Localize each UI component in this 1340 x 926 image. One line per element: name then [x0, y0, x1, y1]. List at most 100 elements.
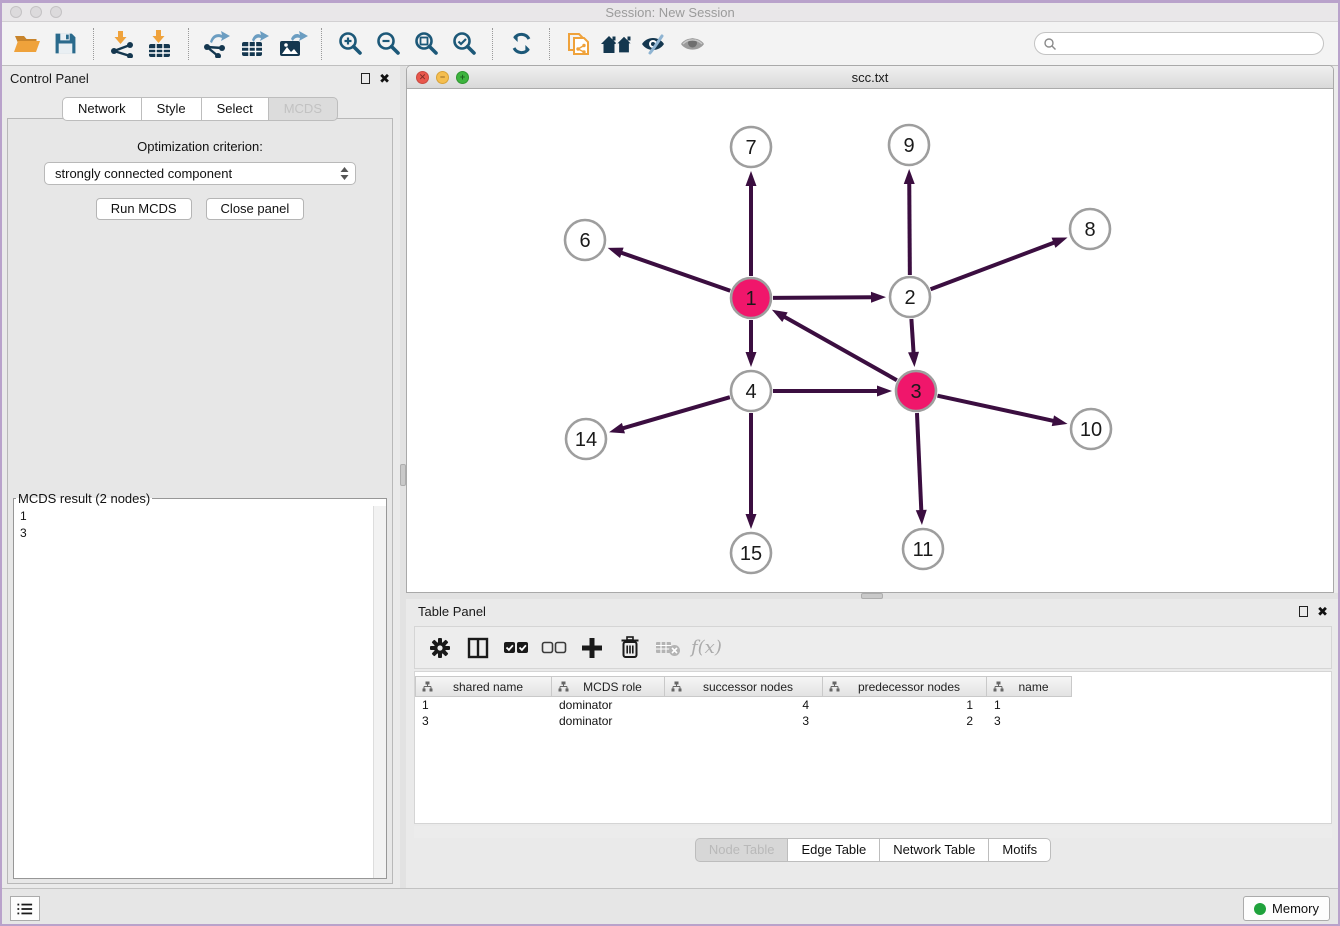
graph-arrowhead-4-15 — [746, 514, 757, 529]
export-network-button[interactable] — [198, 26, 236, 62]
delete-table-button[interactable] — [653, 633, 683, 663]
cell-successor-nodes[interactable]: 4 — [665, 698, 823, 712]
control-panel-tabs: NetworkStyleSelectMCDS — [0, 97, 400, 121]
graph-edge-1-2[interactable] — [773, 297, 873, 298]
zoom-selected-button[interactable] — [445, 26, 483, 62]
cell-shared-name[interactable]: 1 — [415, 698, 552, 712]
graph-node-label-3: 3 — [910, 381, 921, 403]
cell-MCDS-role[interactable]: dominator — [552, 698, 665, 712]
tab-edge-table[interactable]: Edge Table — [787, 838, 880, 862]
float-panel-icon[interactable] — [1299, 606, 1308, 617]
node-table-row[interactable]: 1dominator411 — [415, 697, 1331, 713]
cell-MCDS-role[interactable]: dominator — [552, 714, 665, 728]
search-field[interactable] — [1034, 32, 1324, 55]
graph-edge-3-11[interactable] — [917, 413, 921, 512]
cell-predecessor-nodes[interactable]: 1 — [823, 698, 987, 712]
optimization-label: Optimization criterion: — [8, 139, 392, 154]
column-type-icon — [671, 681, 682, 692]
export-image-button[interactable] — [274, 26, 312, 62]
import-network-button[interactable] — [103, 26, 141, 62]
refresh-view-button[interactable] — [502, 26, 540, 62]
select-all-columns-button[interactable] — [501, 633, 531, 663]
control-panel-header: Control Panel ✖ — [0, 66, 400, 90]
column-layout-button[interactable] — [463, 633, 493, 663]
graph-arrowhead-3-11 — [916, 510, 927, 525]
graph-edge-3-10[interactable] — [937, 396, 1054, 421]
zoom-out-button[interactable] — [369, 26, 407, 62]
graph-arrowhead-1-7 — [746, 171, 757, 186]
close-network-icon[interactable]: ✕ — [416, 71, 429, 84]
tab-mcds[interactable]: MCDS — [268, 97, 338, 121]
import-table-button[interactable] — [141, 26, 179, 62]
delete-column-button[interactable] — [615, 633, 645, 663]
table-horizontal-scrollbar[interactable] — [414, 826, 1332, 838]
search-input[interactable] — [1057, 36, 1315, 52]
graph-edge-4-14[interactable] — [622, 397, 730, 429]
control-panel: Control Panel ✖ NetworkStyleSelectMCDS O… — [0, 66, 400, 888]
close-panel-icon[interactable]: ✖ — [1317, 606, 1328, 617]
float-panel-icon[interactable] — [361, 73, 370, 84]
graph-edge-2-3[interactable] — [911, 319, 913, 354]
deselect-all-columns-button[interactable] — [539, 633, 569, 663]
table-header-row: shared nameMCDS rolesuccessor nodesprede… — [415, 676, 1331, 697]
table-settings-button[interactable] — [425, 633, 455, 663]
zoom-fit-button[interactable] — [407, 26, 445, 62]
task-history-button[interactable] — [10, 896, 40, 921]
function-builder-button[interactable]: f(x) — [691, 633, 722, 663]
delete-table-icon — [655, 639, 681, 657]
mcds-tab-content: Optimization criterion: strongly connect… — [7, 118, 393, 884]
node-table-row[interactable]: 3dominator323 — [415, 713, 1331, 729]
tab-style[interactable]: Style — [141, 97, 202, 121]
minimize-network-icon[interactable]: − — [436, 71, 449, 84]
graph-arrowhead-2-8 — [1052, 237, 1068, 247]
column-header-name[interactable]: name — [987, 676, 1072, 697]
graph-edge-2-9[interactable] — [909, 182, 910, 275]
mcds-result-list: 1 3 — [14, 506, 386, 544]
cell-successor-nodes[interactable]: 3 — [665, 714, 823, 728]
home-icon — [599, 32, 633, 56]
export-table-button[interactable] — [236, 26, 274, 62]
cell-name[interactable]: 3 — [987, 714, 1072, 728]
tab-network-table[interactable]: Network Table — [879, 838, 989, 862]
network-canvas[interactable]: 7968124314101511 — [407, 89, 1333, 592]
column-type-icon — [422, 681, 433, 692]
tab-motifs[interactable]: Motifs — [988, 838, 1051, 862]
column-header-MCDS-role[interactable]: MCDS role — [552, 676, 665, 697]
column-header-shared-name[interactable]: shared name — [415, 676, 552, 697]
graph-arrowhead-3-10 — [1052, 415, 1068, 426]
column-header-predecessor-nodes[interactable]: predecessor nodes — [823, 676, 987, 697]
tab-network[interactable]: Network — [62, 97, 142, 121]
cell-name[interactable]: 1 — [987, 698, 1072, 712]
cell-shared-name[interactable]: 3 — [415, 714, 552, 728]
open-session-button[interactable] — [8, 26, 46, 62]
graph-edge-3-1[interactable] — [783, 316, 897, 380]
graph-node-label-15: 15 — [740, 543, 762, 565]
maximize-network-icon[interactable]: + — [456, 71, 469, 84]
network-window-titlebar[interactable]: ✕ − + scc.txt — [407, 66, 1333, 89]
copy-view-button[interactable] — [559, 26, 597, 62]
close-panel-button[interactable]: Close panel — [206, 198, 305, 220]
optimization-select-value: strongly connected component — [55, 166, 232, 181]
cell-predecessor-nodes[interactable]: 2 — [823, 714, 987, 728]
export-image-icon — [278, 30, 308, 58]
result-scrollbar[interactable] — [373, 506, 386, 878]
tab-node-table[interactable]: Node Table — [695, 838, 789, 862]
graph-node-label-10: 10 — [1080, 419, 1102, 441]
show-all-button[interactable] — [673, 26, 711, 62]
close-panel-icon[interactable]: ✖ — [379, 73, 390, 84]
tab-select[interactable]: Select — [201, 97, 269, 121]
graph-edge-2-8[interactable] — [931, 242, 1056, 289]
home-view-button[interactable] — [597, 26, 635, 62]
memory-button[interactable]: Memory — [1243, 896, 1330, 921]
run-mcds-button[interactable]: Run MCDS — [96, 198, 192, 220]
hide-selected-button[interactable] — [635, 26, 673, 62]
open-folder-icon — [14, 32, 41, 55]
columns-icon — [467, 637, 489, 659]
graph-edge-1-6[interactable] — [620, 252, 730, 291]
zoom-in-button[interactable] — [331, 26, 369, 62]
table-panel: Table Panel ✖ — [406, 599, 1340, 888]
optimization-select[interactable]: strongly connected component — [44, 162, 356, 185]
save-session-button[interactable] — [46, 26, 84, 62]
add-column-button[interactable] — [577, 633, 607, 663]
column-header-successor-nodes[interactable]: successor nodes — [665, 676, 823, 697]
